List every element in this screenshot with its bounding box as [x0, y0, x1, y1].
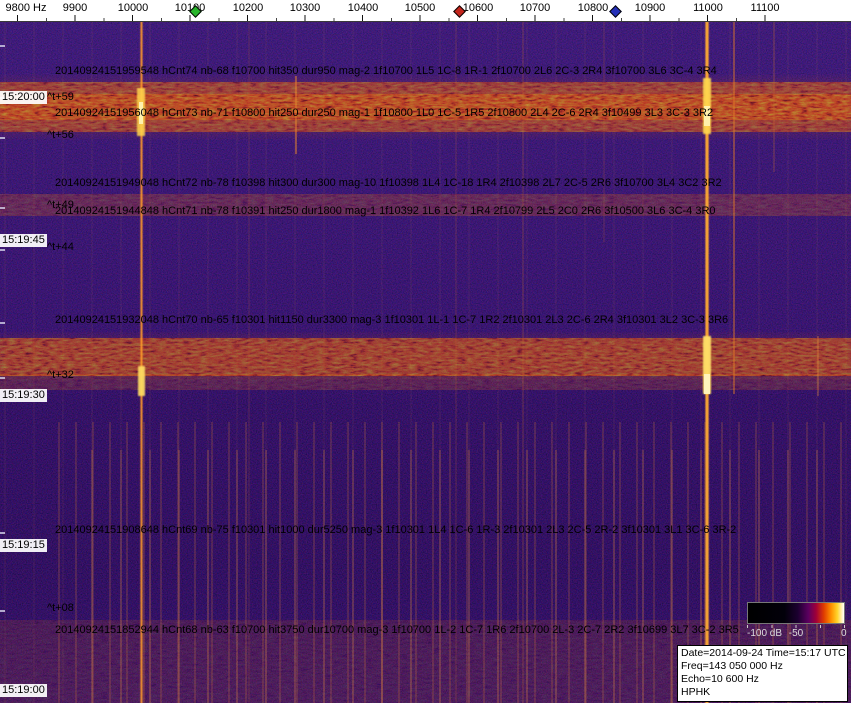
time-label: 15:19:30 — [0, 389, 47, 402]
freq-label: 10400 — [347, 2, 379, 14]
freq-label: 10700 — [519, 2, 551, 14]
colorbar-legend: -100 dB -50 0 — [745, 600, 848, 642]
detection-text-line: 20140924151959548 hCnt74 nb-68 f10700 hi… — [55, 65, 717, 77]
freq-label: 9800 Hz — [5, 2, 47, 14]
info-station: HPHK — [681, 686, 711, 698]
freq-label: 10900 — [634, 2, 666, 14]
spectrogram-art — [0, 22, 851, 703]
freq-axis-major-ticks — [17, 15, 767, 21]
info-frequency: Freq=143 050 000 Hz — [681, 660, 783, 672]
colorbar-label-max: 0 — [841, 628, 847, 639]
time-offset-marker: ^t+56 — [47, 129, 74, 141]
detection-text-line: 20140924151852944 hCnt68 nb-63 f10700 hi… — [55, 624, 739, 636]
colorbar-label-min: -100 dB — [747, 628, 783, 639]
time-label: 15:19:15 — [0, 539, 47, 552]
colorbar-label-mid: -50 — [788, 628, 804, 639]
time-label: 15:19:00 — [0, 684, 47, 697]
detection-text-line: 20140924151949048 hCnt72 nb-78 f10398 hi… — [55, 177, 722, 189]
time-offset-marker: ^t+08 — [47, 602, 74, 614]
info-echo: Echo=10 600 Hz — [681, 673, 759, 685]
info-box: Date=2014-09-24 Time=15:17 UTC Freq=143 … — [677, 645, 848, 702]
detection-text-line: 20140924151956048 hCnt73 nb-71 f10800 hi… — [55, 107, 714, 119]
time-offset-marker: ^t+59 — [47, 91, 74, 103]
frequency-axis: 9800 Hz 9900 10000 10100 10200 10300 104… — [0, 0, 851, 22]
freq-label: 9900 — [62, 2, 88, 14]
time-offset-marker: ^t+49 — [47, 199, 74, 211]
freq-label: 10000 — [117, 2, 149, 14]
detection-text-line: 20140924151932048 hCnt70 nb-65 f10301 hi… — [55, 314, 729, 326]
freq-label: 10300 — [289, 2, 321, 14]
info-date-time: Date=2014-09-24 Time=15:17 UTC — [681, 647, 846, 659]
freq-label: 10500 — [404, 2, 436, 14]
spectrogram-display: 15:20:00 15:19:45 15:19:30 15:19:15 15:1… — [0, 22, 851, 703]
meteor-spectrogram-screen: 9800 Hz 9900 10000 10100 10200 10300 104… — [0, 0, 851, 703]
freq-label: 10800 — [577, 2, 609, 14]
time-offset-marker: ^t+32 — [47, 369, 74, 381]
freq-label: 11000 — [693, 2, 723, 14]
time-label: 15:19:45 — [0, 234, 47, 247]
time-label: 15:20:00 — [0, 91, 47, 104]
detection-text-line: 20140924151908648 hCnt69 nb-75 f10301 hi… — [55, 524, 737, 536]
freq-label: 10200 — [232, 2, 264, 14]
colorbar-gradient — [747, 602, 845, 624]
freq-label: 11100 — [750, 2, 780, 14]
detection-text-line: 20140924151944848 hCnt71 nb-78 f10391 hi… — [55, 205, 716, 217]
time-offset-marker: ^t+44 — [47, 241, 74, 253]
freq-label: 10600 — [462, 2, 494, 14]
